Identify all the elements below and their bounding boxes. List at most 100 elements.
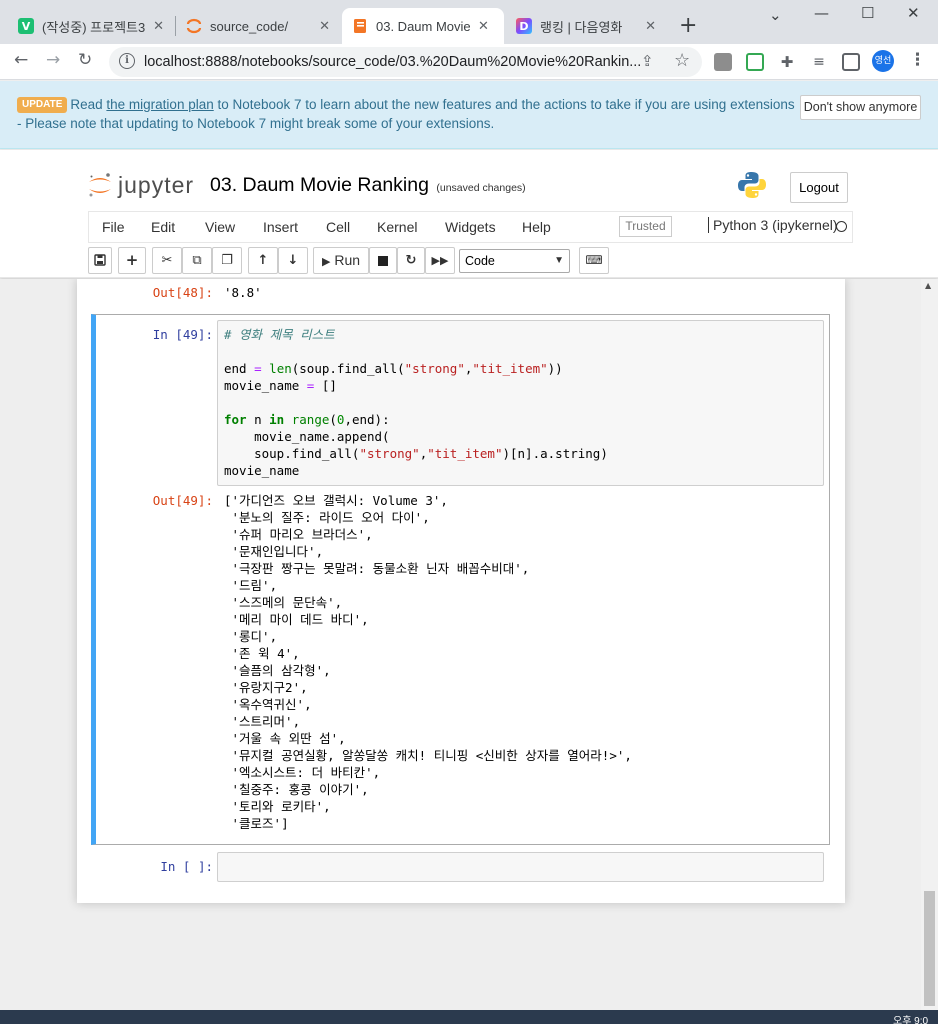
code-line[interactable]: for n in range(0,end):: [224, 411, 608, 428]
code-line[interactable]: movie_name = []: [224, 377, 608, 394]
restart-run-all-button[interactable]: ▶▶: [425, 247, 455, 274]
save-button[interactable]: [88, 247, 112, 274]
close-window-button[interactable]: ✕: [907, 4, 920, 22]
share-icon[interactable]: ⇪: [641, 52, 654, 70]
back-arrow-icon[interactable]: ←: [14, 50, 28, 70]
clipboard-icon: ❐: [221, 253, 233, 268]
restart-icon: ↻: [405, 253, 417, 268]
output-line: '클로즈']: [224, 816, 289, 831]
code-line[interactable]: soup.find_all("strong","tit_item")[n].a.…: [224, 445, 608, 462]
new-tab-button[interactable]: +: [679, 13, 697, 38]
output-line: '칠중주: 홍콩 이야기',: [224, 782, 369, 797]
menu-widgets[interactable]: Widgets: [445, 219, 496, 235]
code-line[interactable]: movie_name: [224, 462, 608, 479]
notebook-favicon-icon: [352, 18, 368, 34]
tab-daum-movie-notebook[interactable]: 03. Daum Movie R ✕: [342, 8, 504, 44]
code-line[interactable]: # 영화 제목 리스트: [224, 326, 608, 343]
os-taskbar: 오후 9:0: [0, 1010, 938, 1024]
code-line[interactable]: [224, 394, 608, 411]
profile-avatar[interactable]: 영선: [872, 50, 894, 72]
output-line: '드림',: [224, 578, 278, 593]
restart-button[interactable]: ↻: [397, 247, 425, 274]
menu-view[interactable]: View: [205, 219, 235, 235]
tab-daum-ranking[interactable]: D 랭킹 | 다음영화 ✕: [506, 8, 666, 44]
logout-button[interactable]: Logout: [790, 172, 848, 203]
output-line: '분노의 질주: 라이드 오어 다이',: [224, 510, 430, 525]
move-up-button[interactable]: ↑: [248, 247, 278, 274]
output-text: ['가디언즈 오브 갤럭시: Volume 3', '분노의 질주: 라이드 오…: [224, 492, 632, 832]
tab-source-code[interactable]: source_code/ ✕: [176, 8, 340, 44]
menu-insert[interactable]: Insert: [263, 219, 298, 235]
minimize-button[interactable]: —: [814, 4, 829, 22]
address-bar[interactable]: i localhost:8888/notebooks/source_code/0…: [109, 47, 702, 77]
menu-file[interactable]: File: [102, 219, 125, 235]
media-control-icon[interactable]: ≡: [810, 53, 828, 71]
code-content[interactable]: # 영화 제목 리스트 end = len(soup.find_all("str…: [224, 326, 608, 479]
tab-label: 랭킹 | 다음영화: [540, 19, 623, 35]
save-status: (unsaved changes): [436, 182, 526, 194]
close-tab-icon[interactable]: ✕: [153, 19, 164, 34]
keyboard-icon: ⌨: [585, 253, 603, 267]
tab-project[interactable]: V (작성중) 프로젝트3 ✕: [8, 8, 174, 44]
output-line: '거울 속 외딴 섬',: [224, 731, 346, 746]
cut-button[interactable]: ✂: [152, 247, 182, 274]
side-panel-icon[interactable]: [842, 53, 860, 71]
chevron-down-icon[interactable]: ⌄: [769, 6, 782, 24]
copy-icon: ⧉: [192, 253, 202, 268]
menu-kernel[interactable]: Kernel: [377, 219, 417, 235]
arrow-down-icon: ↓: [287, 253, 299, 268]
close-tab-icon[interactable]: ✕: [478, 19, 489, 34]
menu-cell[interactable]: Cell: [326, 219, 350, 235]
output-line: '슈퍼 마리오 브라더스',: [224, 527, 373, 542]
scroll-up-icon[interactable]: ▲: [925, 281, 931, 290]
code-editor[interactable]: # 영화 제목 리스트 end = len(soup.find_all("str…: [217, 320, 824, 486]
menu-help[interactable]: Help: [522, 219, 551, 235]
copy-button[interactable]: ⧉: [182, 247, 212, 274]
command-palette-button[interactable]: ⌨: [579, 247, 609, 274]
kernel-name[interactable]: Python 3 (ipykernel): [708, 217, 838, 233]
cell-type-select[interactable]: Code ▼: [459, 249, 570, 273]
forward-arrow-icon[interactable]: →: [46, 50, 60, 70]
code-line[interactable]: end = len(soup.find_all("strong","tit_it…: [224, 360, 608, 377]
url-text[interactable]: localhost:8888/notebooks/source_code/03.…: [144, 54, 641, 70]
output-line: ['가디언즈 오브 갤럭시: Volume 3',: [224, 493, 448, 508]
notebook-title[interactable]: 03. Daum Movie Ranking (unsaved changes): [210, 174, 526, 197]
scrollbar-thumb[interactable]: [924, 891, 935, 1006]
banner-message: UPDATE Read the migration plan to Noteboo…: [17, 95, 797, 133]
dont-show-anymore-button[interactable]: Don't show anymore: [800, 95, 921, 120]
run-label: Run: [334, 252, 361, 268]
more-menu-icon[interactable]: ⋮: [909, 50, 926, 70]
vertical-scrollbar[interactable]: ▲: [921, 279, 938, 1010]
screen-extension-icon[interactable]: [746, 53, 764, 71]
run-button[interactable]: ▶ Run: [313, 247, 369, 274]
maximize-button[interactable]: ☐: [861, 4, 874, 22]
output-line: '문재인입니다',: [224, 544, 324, 559]
notebook-container: Out[48]: '8.8' In [49]: # 영화 제목 리스트 end …: [77, 279, 845, 903]
close-tab-icon[interactable]: ✕: [319, 19, 330, 34]
interrupt-button[interactable]: [369, 247, 397, 274]
puzzle-icon[interactable]: ✚: [778, 53, 796, 71]
notebook-name[interactable]: 03. Daum Movie Ranking: [210, 174, 429, 196]
empty-code-editor[interactable]: [217, 852, 824, 882]
tab-label: 03. Daum Movie R: [376, 18, 470, 34]
output-prompt: Out[48]:: [152, 285, 213, 300]
close-tab-icon[interactable]: ✕: [645, 19, 656, 34]
menu-edit[interactable]: Edit: [151, 219, 175, 235]
site-info-icon[interactable]: i: [119, 53, 135, 69]
jupyter-wordmark: jupyter: [118, 172, 195, 198]
scissors-icon: ✂: [161, 253, 173, 268]
browser-tab-strip: V (작성중) 프로젝트3 ✕ source_code/ ✕ 03. Daum …: [0, 0, 938, 44]
insert-cell-button[interactable]: +: [118, 247, 146, 274]
code-line[interactable]: [224, 343, 608, 360]
migration-plan-link[interactable]: the migration plan: [106, 97, 213, 112]
code-line[interactable]: movie_name.append(: [224, 428, 608, 445]
browser-toolbar: ← → ↻ i localhost:8888/notebooks/source_…: [0, 44, 938, 80]
trusted-indicator[interactable]: Trusted: [619, 216, 672, 237]
bookmark-star-icon[interactable]: ☆: [674, 50, 690, 71]
fast-forward-icon: ▶▶: [431, 254, 449, 267]
paste-button[interactable]: ❐: [212, 247, 242, 274]
play-icon: ▶: [321, 256, 331, 268]
move-down-button[interactable]: ↓: [278, 247, 308, 274]
reload-icon[interactable]: ↻: [78, 50, 92, 70]
extension-avatar-icon[interactable]: [714, 53, 732, 71]
